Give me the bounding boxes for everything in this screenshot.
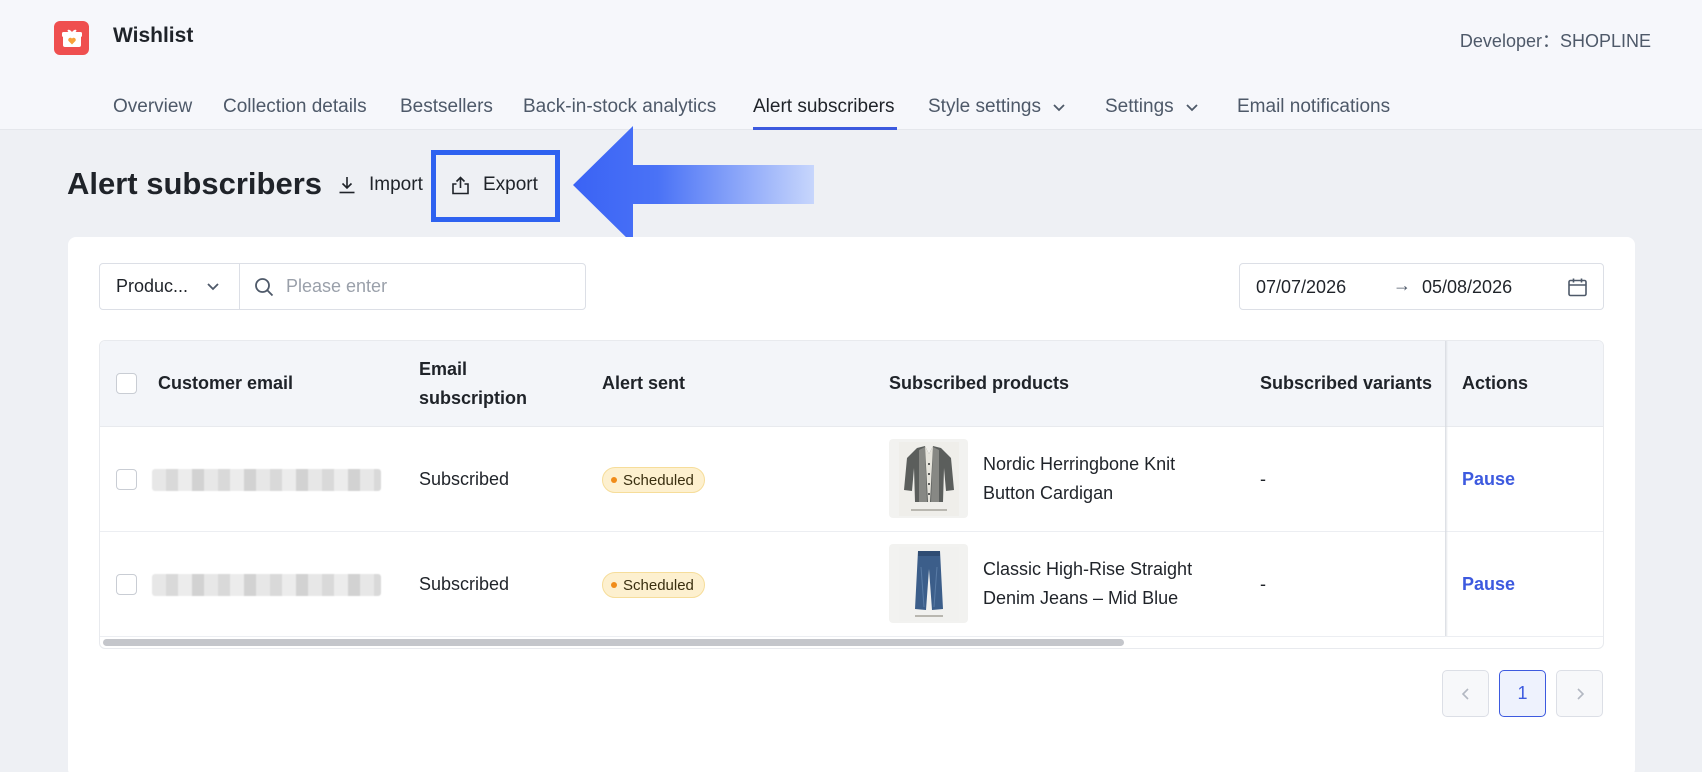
status-badge-label: Scheduled [623,576,694,594]
search-box [239,263,586,310]
import-label: Import [369,174,423,195]
page-number-button[interactable]: 1 [1499,670,1546,717]
search-input[interactable] [286,276,566,297]
subscribed-variants: - [1260,469,1266,489]
tab-overview[interactable]: Overview [113,96,192,118]
status-dot-icon [611,582,617,588]
email-subscription-status: Subscribed [419,469,510,489]
tab-label: Style settings [928,96,1041,117]
status-dot-icon [611,477,617,483]
subscribers-table: Customer email Email subscription Alert … [99,340,1604,649]
customer-email-redacted [152,574,381,596]
email-subscription-status: Subscribed [419,574,510,594]
column-header-subscribed-variants: Subscribed variants [1260,373,1433,393]
chevron-left-icon [1461,687,1469,700]
import-button[interactable]: Import [337,174,423,196]
row-checkbox[interactable] [116,574,137,595]
tab-email-notifications[interactable]: Email notifications [1237,96,1390,118]
download-icon [339,177,355,194]
status-badge: Scheduled [602,572,705,598]
chevron-down-icon [207,283,219,291]
calendar-icon [1568,278,1587,297]
status-badge-label: Scheduled [623,471,694,489]
tab-bestsellers[interactable]: Bestsellers [400,96,493,118]
next-page-button[interactable] [1556,670,1603,717]
top-bar: Wishlist Developer：SHOPLINE [0,0,1702,78]
column-header-customer-email: Customer email [158,373,294,393]
app-title: Wishlist [113,24,194,47]
column-header-actions: Actions [1462,373,1529,393]
prev-page-button[interactable] [1442,670,1489,717]
search-field-select[interactable]: Produc... [99,263,240,310]
tab-label: Collection details [223,96,367,117]
column-header-alert-sent: Alert sent [602,373,686,393]
cardigan-thumbnail [889,439,968,518]
status-badge: Scheduled [602,467,705,493]
product-name-line: Nordic Herringbone Knit [983,454,1176,474]
product-name[interactable]: Nordic Herringbone Knit Button Cardigan [983,450,1175,508]
table-header: Customer email Email subscription Alert … [100,341,1603,427]
product-name-line: Classic High-Rise Straight [983,559,1193,579]
search-field-value: Produc... [116,276,189,296]
chevron-down-icon [1053,104,1065,112]
table-row: Subscribed Scheduled Classic High-Rise S… [100,532,1603,637]
search-icon [255,277,274,296]
pointer-arrow-icon [573,126,814,244]
product-name[interactable]: Classic High-Rise Straight Denim Jeans –… [983,555,1192,613]
tab-label: Alert subscribers [753,96,895,117]
product-name-line: Button Cardigan [983,483,1114,503]
tab-label: Back-in-stock analytics [523,96,717,117]
gift-heart-icon [54,21,89,55]
row-checkbox[interactable] [116,469,137,490]
chevron-right-icon [1576,687,1584,700]
tab-style-settings[interactable]: Style settings [928,96,1067,118]
date-range-picker[interactable]: 07/07/2026 → 05/08/2026 [1239,263,1604,310]
tab-collection-details[interactable]: Collection details [223,96,367,118]
page-title: Alert subscribers [67,166,322,201]
export-highlight-box [431,150,560,222]
product-name-line: Denim Jeans – Mid Blue [983,588,1179,608]
jeans-thumbnail [889,544,968,623]
column-header-email-subscription: Email subscription [419,359,528,408]
date-end[interactable]: 05/08/2026 [1422,277,1512,298]
tab-label: Settings [1105,96,1174,117]
table-row: Subscribed Scheduled Nordic Herringbone … [100,427,1603,532]
developer-label: Developer：SHOPLINE [1459,31,1651,51]
date-separator-icon: → [1393,275,1411,295]
tab-back-in-stock-analytics[interactable]: Back-in-stock analytics [523,96,716,118]
column-header-subscribed-products: Subscribed products [889,373,1070,393]
tab-alert-subscribers[interactable]: Alert subscribers [753,96,895,118]
tab-label: Bestsellers [400,96,493,117]
subscribed-variants: - [1260,574,1266,594]
chevron-down-icon [1186,104,1198,112]
horizontal-scrollbar[interactable] [103,639,1124,646]
date-start[interactable]: 07/07/2026 [1256,277,1346,298]
select-all-checkbox[interactable] [116,373,137,394]
customer-email-redacted [152,469,381,491]
tab-label: Email notifications [1237,96,1391,117]
tab-label: Overview [113,96,193,117]
pause-button[interactable]: Pause [1462,574,1515,595]
fixed-column-divider [1445,341,1448,636]
main-nav: Overview Collection details Bestsellers … [0,78,1702,130]
pause-button[interactable]: Pause [1462,469,1515,490]
tab-settings[interactable]: Settings [1105,96,1200,118]
